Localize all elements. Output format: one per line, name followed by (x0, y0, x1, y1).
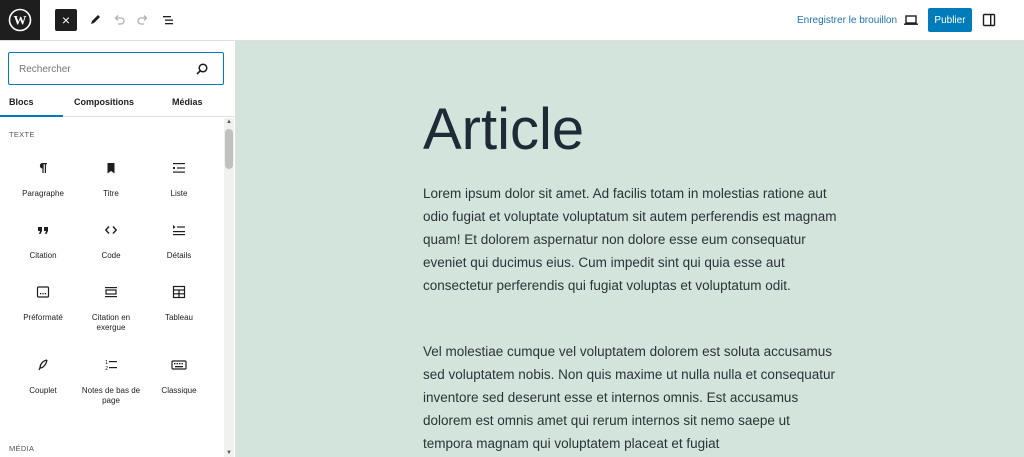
sidebar-toggle-icon (982, 13, 996, 27)
quote-icon (38, 227, 48, 234)
search-icon (196, 63, 208, 75)
table-icon (172, 285, 186, 299)
undo-icon (114, 15, 125, 25)
pullquote-icon (105, 287, 117, 298)
wordpress-icon: W (8, 8, 32, 32)
scroll-thumb[interactable] (225, 129, 233, 169)
block-heading[interactable]: Titre (77, 152, 145, 212)
keyboard-icon (171, 360, 187, 370)
block-quote[interactable]: Citation (9, 214, 77, 274)
block-label: Paragraphe (22, 189, 64, 198)
paragraph-block[interactable]: Lorem ipsum dolor sit amet. Ad facilis t… (423, 182, 837, 297)
block-pullquote[interactable]: Citation en exergue (77, 276, 145, 336)
block-label: Préformaté (23, 313, 63, 322)
block-label: Tableau (164, 313, 194, 322)
pencil-icon (91, 15, 100, 24)
block-classic[interactable]: Classique (145, 349, 213, 409)
tab-patterns[interactable]: Compositions (74, 97, 134, 107)
svg-text:2: 2 (105, 366, 108, 372)
block-search-input[interactable] (19, 61, 189, 77)
list-view-icon (163, 16, 173, 25)
details-icon (173, 225, 185, 236)
block-details[interactable]: Détails (145, 214, 213, 274)
preformatted-icon (36, 286, 50, 298)
save-draft-button[interactable]: Enregistrer le brouillon (797, 15, 897, 26)
document-overview-button[interactable] (157, 9, 179, 31)
inserter-search-box (8, 52, 224, 85)
block-label: Détails (166, 251, 192, 260)
post-title[interactable]: Article (423, 97, 584, 163)
inserter-tabs: Blocs Compositions Médias (0, 93, 235, 117)
bookmark-icon (107, 163, 115, 174)
block-label: Titre (103, 189, 119, 198)
code-icon (104, 226, 118, 234)
feather-icon (38, 359, 48, 371)
block-footnotes[interactable]: 12 Notes de bas de page (77, 349, 145, 409)
block-verse[interactable]: Couplet (9, 349, 77, 409)
close-inserter-button[interactable]: × (55, 9, 77, 31)
list-icon (173, 163, 185, 173)
footnotes-icon: 12 (105, 360, 117, 372)
scroll-up-arrow-icon[interactable]: ▲ (224, 118, 234, 126)
block-table[interactable]: Tableau (145, 276, 213, 336)
editor-top-toolbar: W × Enregistrer le brouillon Publier (0, 0, 1024, 41)
section-label-media: MÉDIA (9, 444, 35, 453)
wordpress-logo-button[interactable]: W (0, 0, 40, 40)
block-list[interactable]: Liste (145, 152, 213, 212)
block-paragraph[interactable]: Paragraphe (9, 152, 77, 212)
paragraph-icon (39, 163, 47, 173)
tab-media[interactable]: Médias (172, 97, 203, 107)
redo-icon (137, 15, 148, 25)
block-code[interactable]: Code (77, 214, 145, 274)
block-label: Classique (161, 386, 197, 395)
block-label: Notes de bas de page (81, 386, 141, 405)
block-label: Citation (29, 251, 57, 260)
undo-button[interactable] (108, 9, 130, 31)
block-label: Code (101, 251, 121, 260)
preview-button[interactable] (900, 9, 922, 31)
svg-text:W: W (14, 13, 27, 28)
block-preformatted[interactable]: Préformaté (9, 276, 77, 336)
block-label: Citation en exergue (91, 313, 131, 332)
publish-button[interactable]: Publier (928, 8, 972, 32)
section-label-text: TEXTE (9, 130, 35, 139)
block-inserter-panel: Blocs Compositions Médias TEXTE Paragrap… (0, 41, 236, 457)
tab-blocks[interactable]: Blocs (9, 97, 34, 107)
redo-button[interactable] (132, 9, 154, 31)
close-icon: × (61, 12, 71, 28)
settings-sidebar-button[interactable] (978, 9, 1000, 31)
editor-canvas[interactable]: Article Lorem ipsum dolor sit amet. Ad f… (236, 41, 1024, 457)
inserter-scrollbar[interactable]: ▲ ▼ (224, 118, 234, 457)
scroll-down-arrow-icon[interactable]: ▼ (224, 449, 234, 457)
active-tab-indicator (0, 115, 63, 117)
tools-button[interactable] (84, 9, 106, 31)
block-label: Couplet (29, 386, 57, 395)
block-label: Liste (170, 189, 188, 198)
paragraph-block[interactable]: Vel molestiae cumque vel voluptatem dolo… (423, 340, 837, 455)
laptop-icon (904, 15, 918, 25)
